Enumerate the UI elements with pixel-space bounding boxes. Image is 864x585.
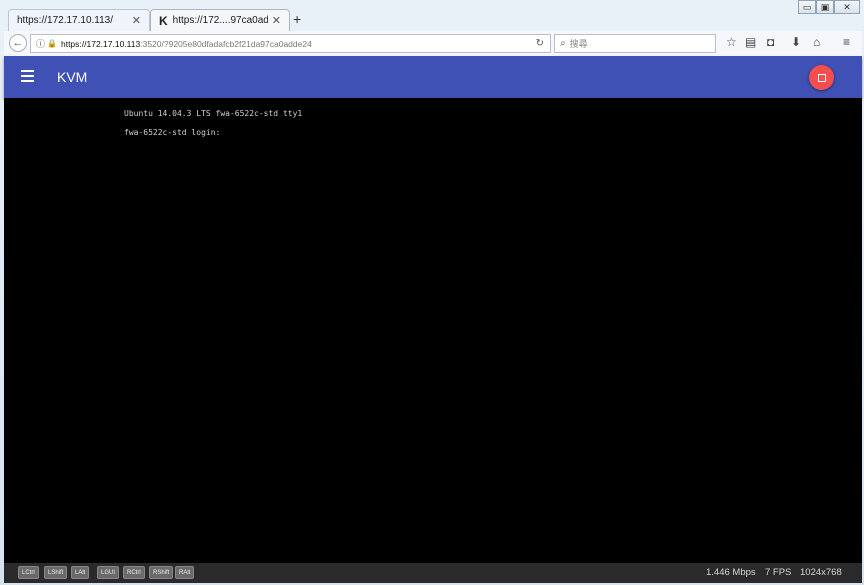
navigation-toolbar: ← ⓘ 🔒 https://172.17.10.113:3520/?9205e8… bbox=[4, 31, 862, 57]
url-host: https://172.17.10.113 bbox=[60, 38, 141, 49]
pocket-icon[interactable]: ◘ bbox=[767, 35, 774, 49]
hamburger-menu-icon[interactable] bbox=[21, 70, 34, 85]
reader-icon[interactable]: ▤ bbox=[745, 35, 756, 49]
key-lctrl-button[interactable]: LCtrl bbox=[18, 566, 39, 579]
tab-active[interactable]: K https://172....97ca0adde24 ✕ bbox=[150, 9, 290, 31]
home-icon[interactable]: ⌂ bbox=[813, 35, 820, 49]
browser-window: https://172.17.10.113/ ✕ K https://172..… bbox=[0, 0, 864, 585]
key-lshift-button[interactable]: LShift bbox=[44, 566, 68, 579]
search-icon: ⌕ bbox=[560, 38, 566, 49]
star-icon[interactable]: ☆ bbox=[726, 35, 737, 49]
back-arrow-icon: ← bbox=[12, 37, 24, 49]
key-rshift-button[interactable]: RShift bbox=[149, 566, 174, 579]
menu-icon[interactable]: ≡ bbox=[843, 35, 850, 49]
favicon-k-icon: K bbox=[159, 13, 168, 28]
close-window-button[interactable]: ✕ bbox=[834, 0, 860, 14]
address-bar[interactable]: ⓘ 🔒 https://172.17.10.113:3520/?9205e80d… bbox=[30, 34, 551, 53]
app-bar: KVM bbox=[4, 56, 862, 98]
console-line: Ubuntu 14.04.3 LTS fwa-6522c-std tty1 bbox=[124, 109, 303, 118]
new-tab-button[interactable]: + bbox=[293, 11, 301, 27]
fullscreen-icon bbox=[817, 73, 826, 82]
download-icon[interactable]: ⬇ bbox=[791, 35, 801, 49]
key-rctrl-button[interactable]: RCtrl bbox=[123, 566, 145, 579]
tab-title: https://172....97ca0adde24 bbox=[172, 15, 268, 26]
insecure-lock-icon[interactable]: 🔒 bbox=[47, 39, 57, 48]
minimize-button[interactable]: ▭ bbox=[798, 0, 816, 14]
tab-close-icon[interactable]: ✕ bbox=[272, 14, 281, 27]
tab-close-icon[interactable]: ✕ bbox=[132, 14, 141, 27]
search-box[interactable]: ⌕ 搜尋 bbox=[554, 34, 716, 53]
url-path: :3520/?9205e80dfadafcb2f21da97ca0adde24 bbox=[140, 38, 312, 49]
info-icon[interactable]: ⓘ bbox=[36, 37, 45, 50]
key-lalt-button[interactable]: LAlt bbox=[71, 566, 90, 579]
fps-readout: 7 FPS bbox=[765, 567, 792, 578]
key-lgui-button[interactable]: LGUI bbox=[97, 566, 120, 579]
tab-inactive[interactable]: https://172.17.10.113/ ✕ bbox=[8, 9, 150, 31]
app-title: KVM bbox=[57, 69, 88, 85]
key-ralt-button[interactable]: RAlt bbox=[175, 566, 195, 579]
bitrate-readout: 1.446 Mbps bbox=[706, 567, 756, 578]
kvm-app: KVM Ubuntu 14.04.3 LTS fwa-6522c-std tty… bbox=[4, 56, 862, 583]
maximize-button[interactable]: ▣ bbox=[816, 0, 834, 14]
back-button[interactable]: ← bbox=[9, 34, 27, 52]
tab-title: https://172.17.10.113/ bbox=[17, 15, 114, 26]
url-text[interactable]: https://172.17.10.113:3520/?9205e80dfada… bbox=[61, 39, 312, 49]
search-placeholder: 搜尋 bbox=[569, 39, 588, 49]
resolution-readout: 1024x768 bbox=[800, 567, 842, 578]
remote-console-screen[interactable]: Ubuntu 14.04.3 LTS fwa-6522c-std tty1 fw… bbox=[4, 98, 862, 563]
tab-strip: https://172.17.10.113/ ✕ K https://172..… bbox=[0, 0, 864, 32]
reload-icon[interactable]: ↻ bbox=[536, 38, 544, 49]
fullscreen-button[interactable] bbox=[809, 65, 834, 90]
console-line: fwa-6522c-std login: bbox=[124, 128, 221, 137]
status-bar: LCtrl LShift LAlt LGUI RCtrl RShift RAlt… bbox=[4, 563, 862, 583]
